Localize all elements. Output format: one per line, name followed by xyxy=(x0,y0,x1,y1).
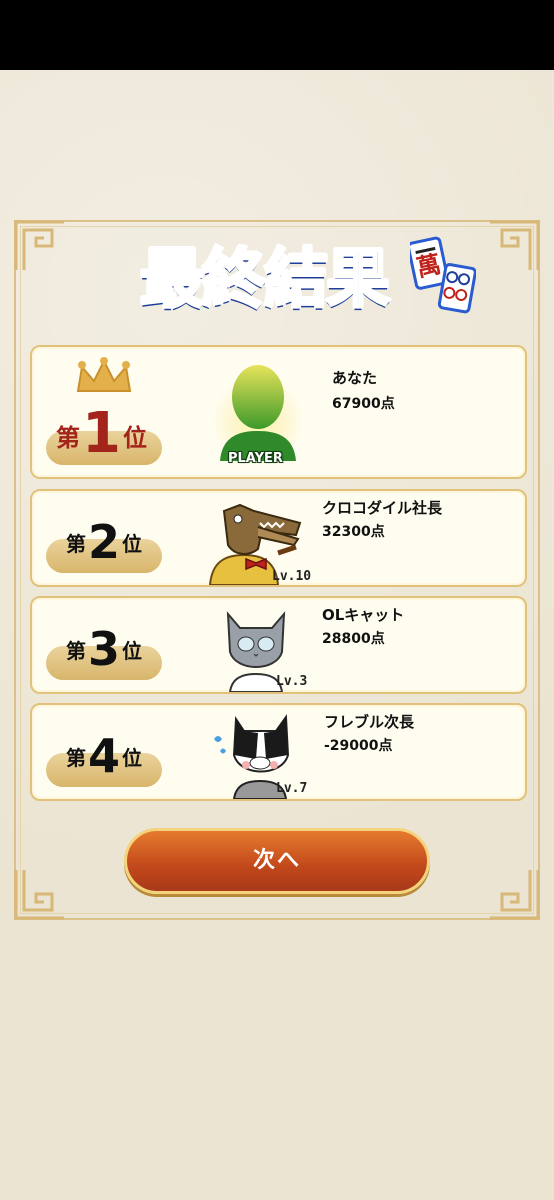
result-card-2: 第 2 位 Lv.10 クロコダイル社長 32300点 xyxy=(30,489,527,587)
player-score: 67900点 xyxy=(332,396,395,412)
frame-corner-ornament xyxy=(14,220,64,270)
crown-icon xyxy=(76,357,132,392)
level-badge: Lv.3 xyxy=(276,674,308,689)
player-name: クロコダイル社長 xyxy=(322,499,443,517)
rank-label: 第 2 位 xyxy=(66,515,143,569)
rank-label: 第 3 位 xyxy=(66,622,143,676)
rank-label: 第 1 位 xyxy=(56,401,147,466)
page-title: 最終結果 xyxy=(139,242,392,319)
player-score: -29000点 xyxy=(324,738,393,754)
player-name: フレブル次長 xyxy=(324,713,415,731)
next-button[interactable]: 次へ xyxy=(124,828,430,894)
status-bar xyxy=(0,0,554,70)
player-score: 28800点 xyxy=(322,631,385,647)
mahjong-tiles-icon: 萬 xyxy=(410,236,476,314)
avatar-label: PLAYER xyxy=(228,451,283,466)
title-banner: 最終結果 萬 xyxy=(139,226,476,319)
player-name: あなた xyxy=(332,369,378,387)
frame-corner-ornament xyxy=(490,870,540,920)
frame-corner-ornament xyxy=(490,220,540,270)
player-name: OLキャット xyxy=(322,606,405,624)
result-card-4: 第 4 位 Lv.7 フレブル次長 -29000点 xyxy=(30,703,527,801)
level-badge: Lv.10 xyxy=(272,569,312,584)
result-card-1: 第 1 位 PLAYER あなた 67900点 xyxy=(30,345,527,479)
frame-corner-ornament xyxy=(14,870,64,920)
rank-label: 第 4 位 xyxy=(66,729,143,783)
result-card-3: 第 3 位 Lv.3 OLキャット 28800点 xyxy=(30,596,527,694)
level-badge: Lv.7 xyxy=(276,781,308,796)
player-avatar xyxy=(212,365,304,463)
player-score: 32300点 xyxy=(322,524,385,540)
